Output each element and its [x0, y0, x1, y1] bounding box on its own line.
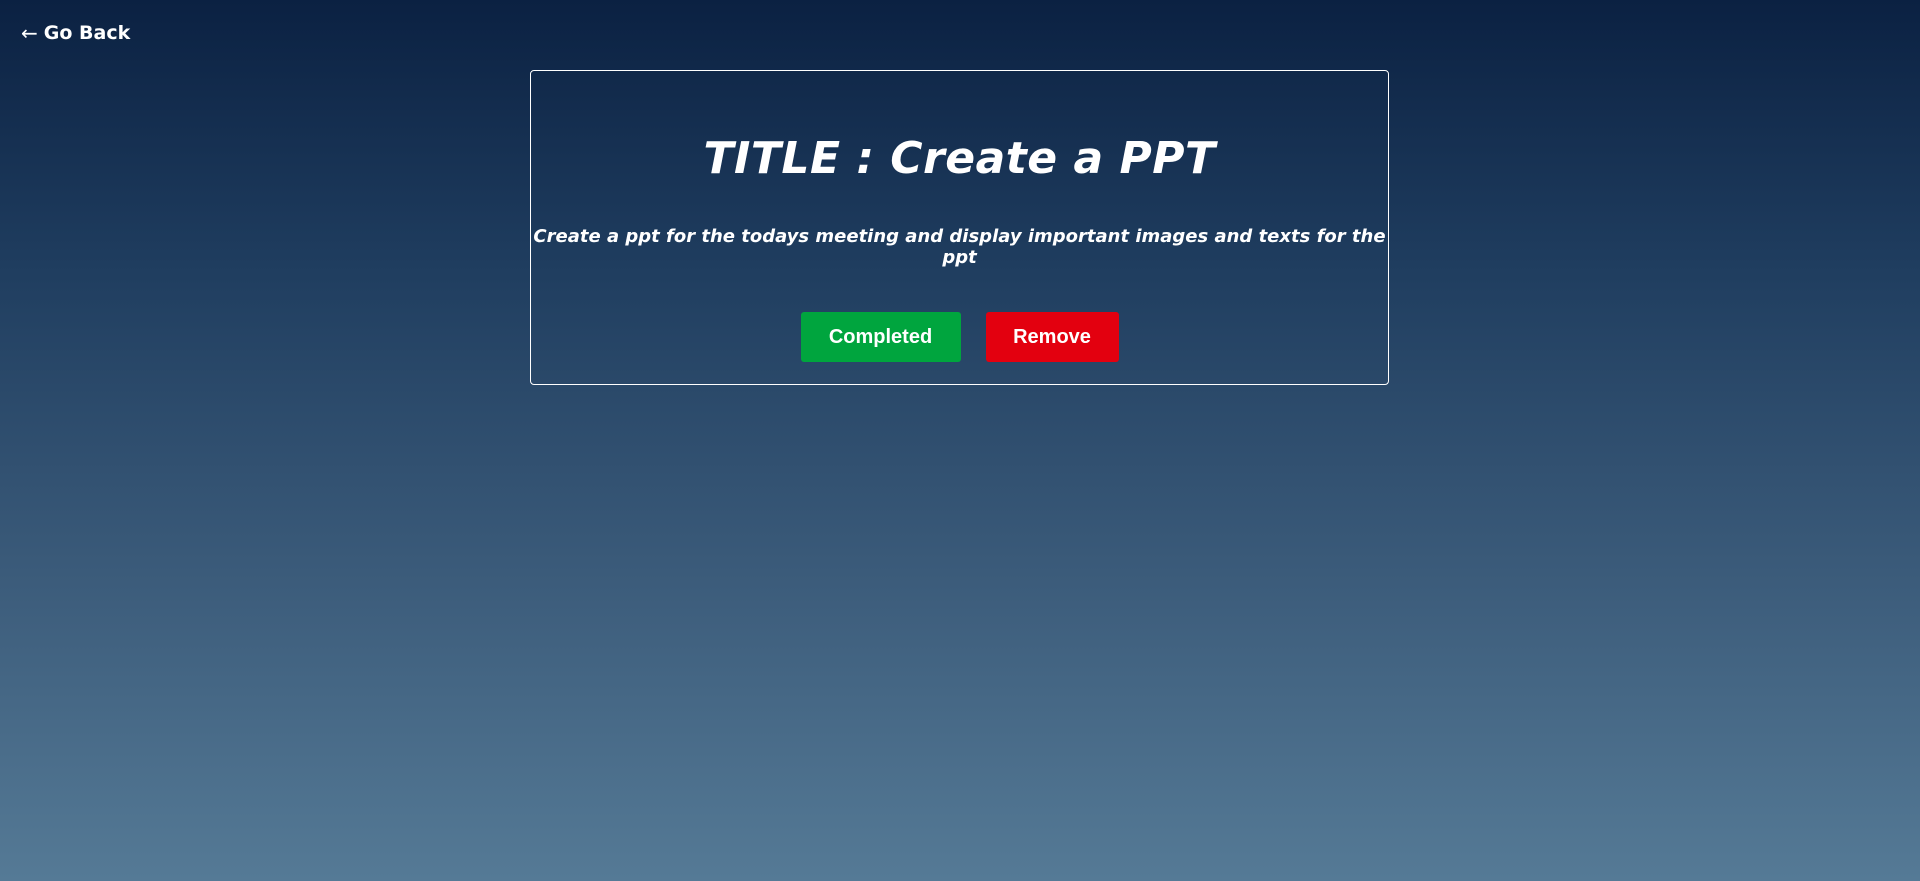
completed-button[interactable]: Completed	[800, 312, 961, 362]
task-card: TITLE : Create a PPT Create a ppt for th…	[530, 70, 1389, 385]
go-back-link[interactable]: ← Go Back	[21, 22, 130, 44]
task-title: TITLE : Create a PPT	[703, 133, 1216, 184]
task-description: Create a ppt for the todays meeting and …	[533, 226, 1386, 268]
go-back-label: Go Back	[43, 22, 131, 44]
task-actions: Completed Remove	[531, 312, 1388, 362]
remove-button[interactable]: Remove	[985, 312, 1119, 362]
left-arrow-icon: ←	[21, 21, 38, 45]
